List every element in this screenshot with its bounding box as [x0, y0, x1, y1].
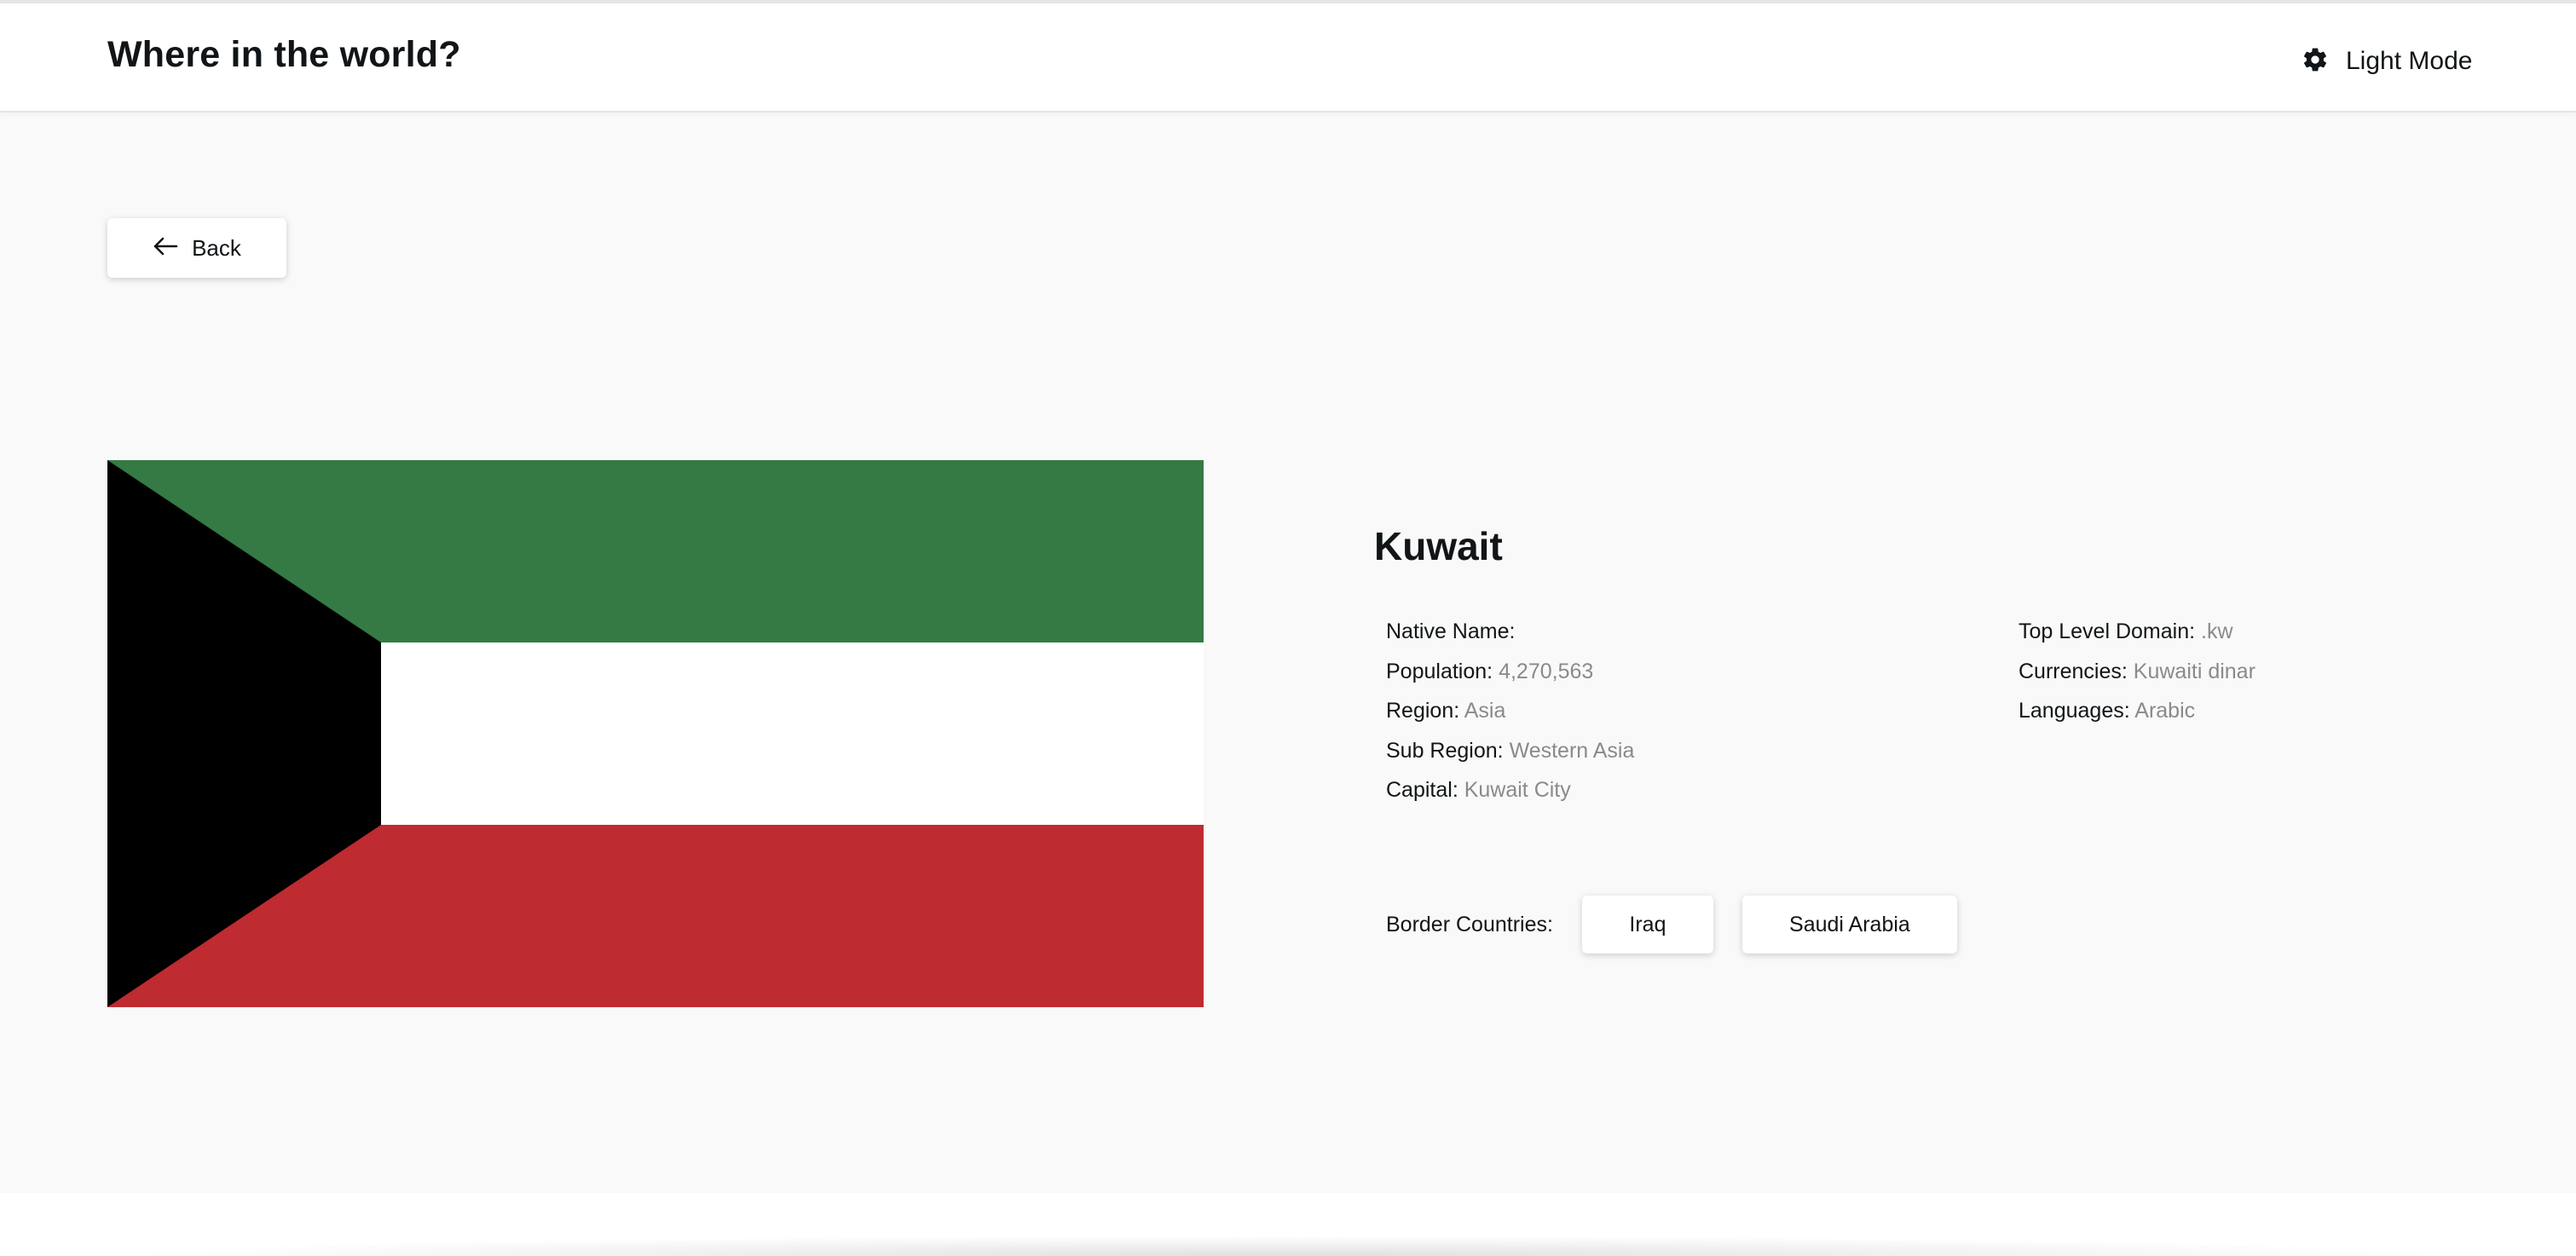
detail-value: .kw	[2201, 619, 2233, 643]
detail-population: Population: 4,270,563	[1386, 652, 1634, 692]
country-details-secondary: Top Level Domain: .kw Currencies: Kuwait…	[2019, 612, 2255, 731]
detail-value: Western Asia	[1509, 738, 1635, 763]
app-title: Where in the world?	[107, 34, 461, 75]
detail-label: Native Name:	[1386, 619, 1516, 643]
theme-toggle-button[interactable]: Light Mode	[2302, 41, 2472, 82]
detail-sub-region: Sub Region: Western Asia	[1386, 731, 1634, 771]
back-button[interactable]: Back	[107, 218, 286, 278]
border-country-button-iraq[interactable]: Iraq	[1581, 896, 1713, 954]
page-bottom-shadow	[102, 1236, 2472, 1256]
detail-region: Region: Asia	[1386, 691, 1634, 731]
detail-value: 4,270,563	[1499, 659, 1594, 683]
gear-icon	[2302, 46, 2329, 78]
detail-capital: Capital: Kuwait City	[1386, 770, 1634, 810]
back-button-label: Back	[192, 234, 241, 261]
detail-value: Kuwait City	[1464, 778, 1571, 802]
detail-label: Top Level Domain:	[2019, 619, 2196, 643]
detail-value: Asia	[1464, 699, 1506, 723]
detail-label: Sub Region:	[1386, 738, 1504, 763]
detail-currencies: Currencies: Kuwaiti dinar	[2019, 652, 2255, 692]
detail-label: Region:	[1386, 699, 1460, 723]
detail-native-name: Native Name:	[1386, 612, 1634, 652]
border-countries-label: Border Countries:	[1386, 912, 1553, 936]
arrow-left-icon	[153, 236, 178, 261]
app-header: Where in the world? Light Mode	[0, 3, 2576, 112]
detail-value: Arabic	[2134, 699, 2196, 723]
country-flag-image	[107, 460, 1204, 1007]
detail-label: Currencies:	[2019, 659, 2128, 683]
detail-top-level-domain: Top Level Domain: .kw	[2019, 612, 2255, 652]
detail-label: Capital:	[1386, 778, 1458, 802]
country-details-primary: Native Name: Population: 4,270,563 Regio…	[1386, 612, 1634, 810]
detail-label: Languages:	[2019, 699, 2130, 723]
detail-label: Population:	[1386, 659, 1493, 683]
detail-value: Kuwaiti dinar	[2133, 659, 2255, 683]
border-country-button-saudi-arabia[interactable]: Saudi Arabia	[1741, 896, 1957, 954]
theme-toggle-label: Light Mode	[2346, 47, 2473, 75]
border-countries-section: Border Countries: Iraq Saudi Arabia	[1386, 896, 1986, 954]
country-name: Kuwait	[1374, 524, 1503, 568]
detail-languages: Languages: Arabic	[2019, 691, 2255, 731]
